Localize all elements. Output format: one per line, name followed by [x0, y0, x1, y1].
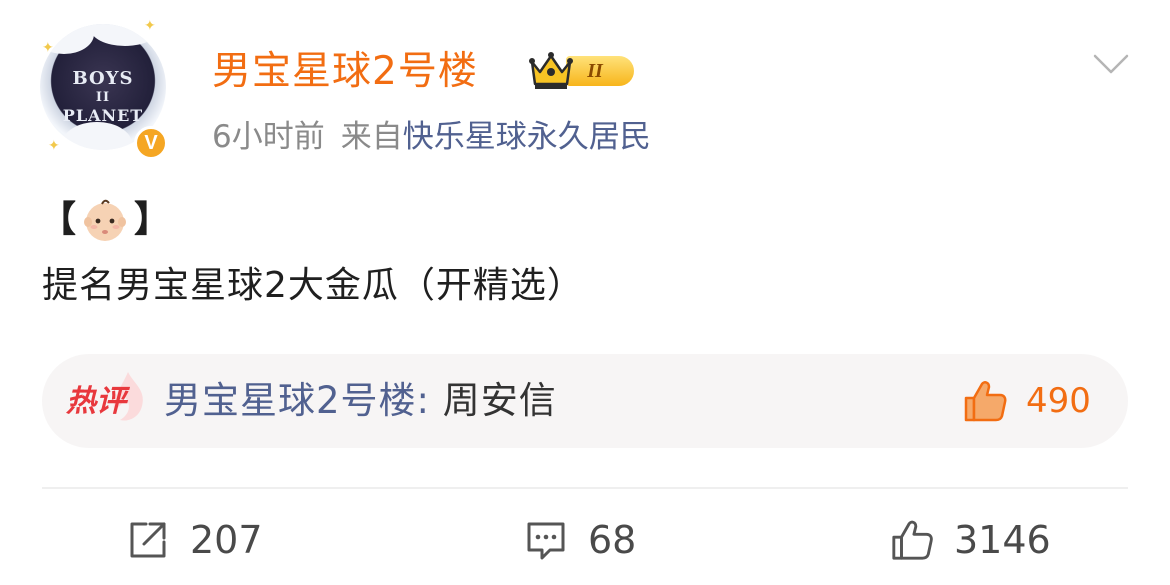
crown-icon [529, 52, 573, 89]
comment-button[interactable]: 68 [524, 514, 636, 566]
divider [42, 487, 1128, 489]
hot-comment-body: 周安信 [442, 379, 557, 422]
avatar-text-two: II [95, 90, 111, 105]
thumbs-up-icon [892, 520, 933, 560]
source-prefix: 来自 [340, 119, 403, 155]
like-count: 3146 [954, 518, 1051, 562]
bracket-close: 】 [134, 199, 171, 240]
member-level-pill: II [566, 56, 634, 86]
bracket-open: 【 [40, 199, 77, 240]
hot-comment-text: 男宝星球2号楼: 周安信 [164, 376, 557, 426]
post-content-text: 提名男宝星球2大金瓜（开精选） [42, 265, 584, 306]
avatar-text-planet: PLANET [62, 106, 144, 125]
hot-comment-like-count: 490 [1026, 381, 1091, 421]
sparkle-icon: ✦ [144, 18, 156, 34]
source-link[interactable]: 快乐星球永久居民 [403, 119, 651, 155]
member-crown-badge[interactable]: II [528, 50, 640, 92]
repost-count: 207 [190, 518, 263, 562]
verified-badge-icon: V [134, 126, 168, 160]
weibo-post-card: BOYS II PLANET ✦ ✦ ✦ V 男宝星球2号楼 II 6小时前 来自… [0, 0, 1170, 585]
verified-letter: V [144, 132, 158, 154]
hot-comment-author[interactable]: 男宝星球2号楼 [164, 379, 417, 422]
repost-button[interactable]: 207 [126, 514, 263, 566]
comment-icon [527, 522, 565, 560]
thumbs-up-filled-icon [964, 381, 1007, 422]
avatar-text-boys: BOYS [72, 68, 134, 89]
sparkle-icon: ✦ [48, 138, 60, 154]
hot-comment-box[interactable]: 热评 男宝星球2号楼: 周安信 490 [42, 354, 1128, 448]
hot-comment-label: 热评 [66, 372, 146, 428]
post-time: 6小时前 [212, 119, 325, 155]
repost-icon [130, 522, 166, 558]
like-button[interactable]: 3146 [890, 514, 1051, 566]
username-link[interactable]: 男宝星球2号楼 [212, 46, 478, 98]
chevron-down-icon[interactable] [1092, 52, 1130, 76]
member-level-text: II [587, 59, 603, 82]
hot-comment-label-text: 热评 [66, 384, 126, 419]
hot-comment-separator: : [416, 379, 443, 422]
comment-count: 68 [588, 518, 637, 562]
post-meta: 6小时前 来自快乐星球永久居民 [212, 116, 651, 158]
baby-emoji-icon [84, 199, 127, 241]
sparkle-icon: ✦ [42, 40, 54, 56]
post-content-line-1: 【 】 [40, 194, 170, 246]
hot-comment-like-button[interactable]: 490 [962, 376, 1091, 426]
avatar[interactable]: BOYS II PLANET ✦ ✦ ✦ V [38, 18, 172, 160]
